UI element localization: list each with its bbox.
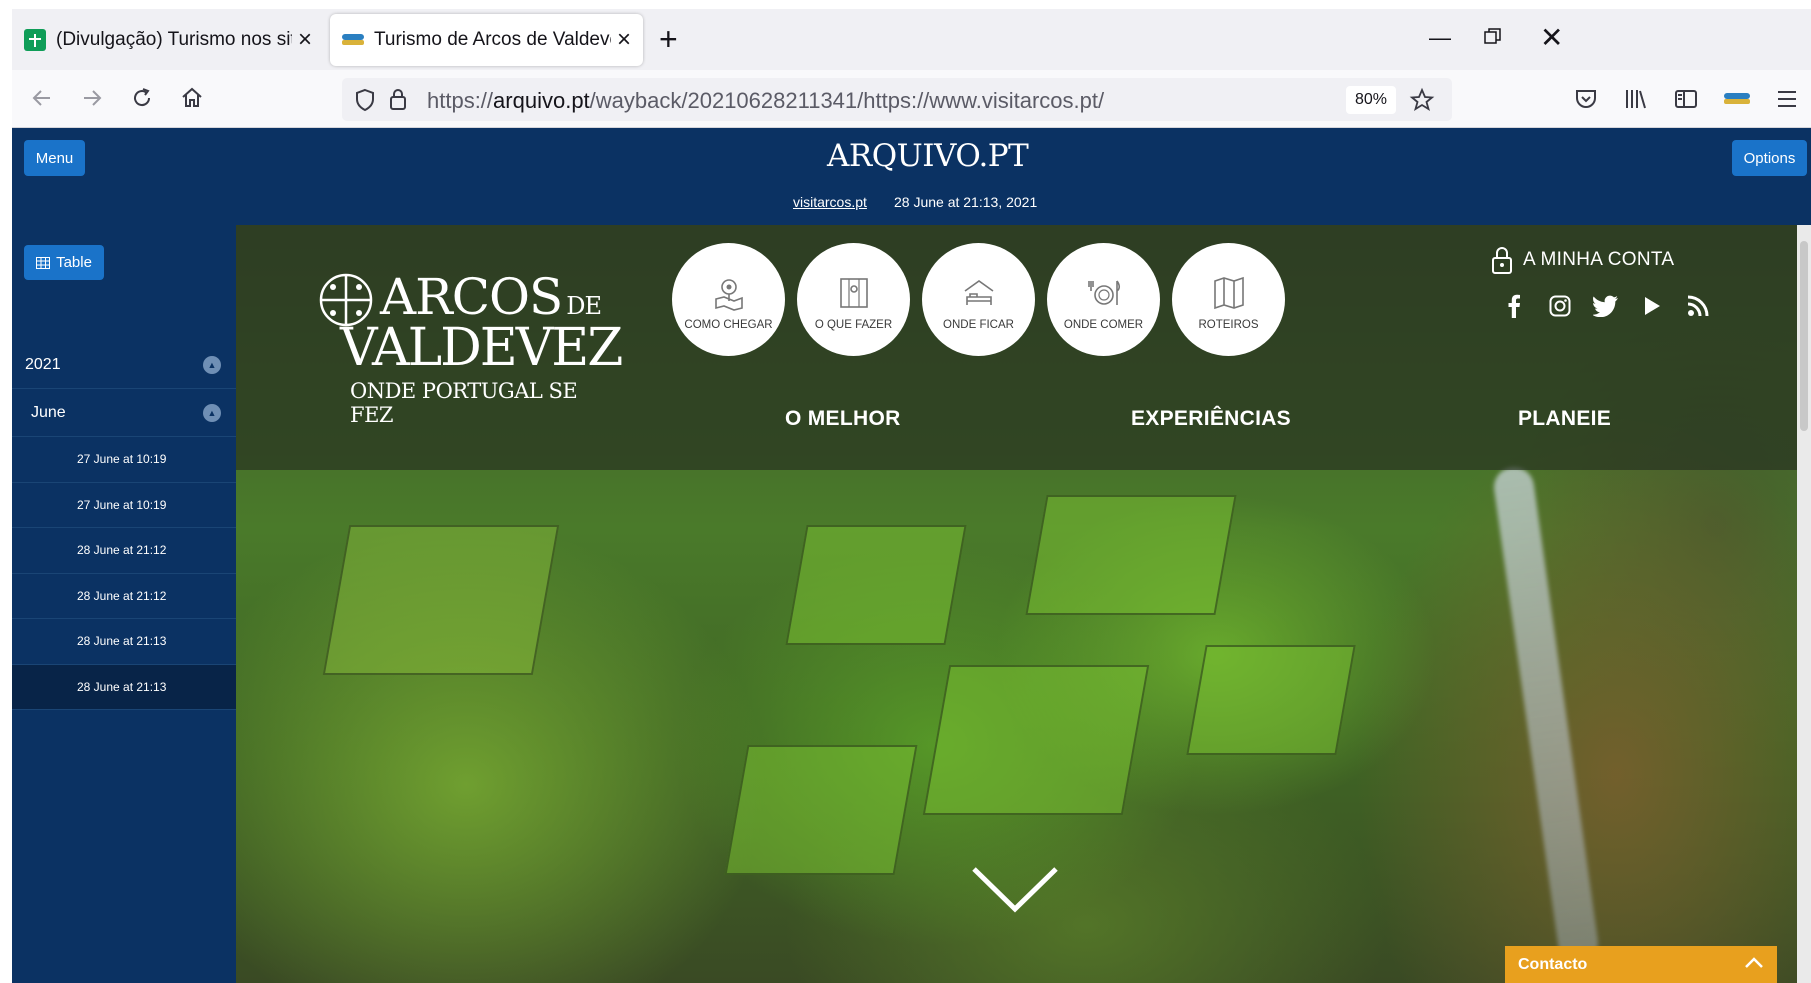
browser-window: { "browser": { "tabs": [ {"title": "(Div… — [0, 0, 1811, 983]
capture-sidebar: Table 2021 ▲ June ▲ 27 June at 10:19 27 … — [12, 225, 236, 983]
year-row[interactable]: 2021 ▲ — [12, 341, 236, 389]
logo-tagline: ONDE PORTUGAL SE FEZ — [350, 379, 578, 427]
map-pin-icon — [714, 278, 743, 311]
month-row[interactable]: June ▲ — [12, 389, 236, 437]
hero-image-field — [322, 525, 560, 675]
navigation-toolbar: https://arquivo.pt/wayback/2021062821134… — [12, 70, 1811, 128]
capture-item[interactable]: 27 June at 10:19 — [12, 437, 236, 483]
account-label: A MINHA CONTA — [1523, 249, 1675, 270]
arquivo-header: Menu ARQUIVO.PT Options visitarcos.pt 28… — [12, 128, 1811, 225]
hero-image-field — [922, 665, 1150, 815]
logo-line2: VALDEVEZ — [340, 318, 623, 378]
lock-icon[interactable] — [388, 87, 408, 111]
site-logo[interactable]: ARCOS DE VALDEVEZ ONDE PORTUGAL SE FEZ — [318, 268, 623, 427]
map-icon — [839, 277, 868, 308]
como-chegar-button[interactable]: COMO CHEGAR — [672, 243, 785, 356]
capture-item-active[interactable]: 28 June at 21:13 — [12, 664, 236, 710]
scrollbar-thumb[interactable] — [1800, 241, 1808, 431]
tab-turismo-arcos[interactable]: Turismo de Arcos de Valdevez - × — [330, 14, 643, 66]
shield-icon[interactable] — [354, 88, 376, 112]
arcos-icon — [342, 34, 364, 45]
nav-o-melhor[interactable]: O MELHOR — [785, 407, 901, 431]
nav-experiencias[interactable]: EXPERIÊNCIAS — [1131, 407, 1291, 431]
capture-item[interactable]: 27 June at 10:19 — [12, 483, 236, 528]
youtube-icon[interactable] — [1639, 293, 1665, 319]
capture-item[interactable]: 28 June at 21:12 — [12, 574, 236, 619]
social-links — [1501, 293, 1711, 319]
instagram-icon[interactable] — [1547, 293, 1573, 319]
bed-icon — [964, 279, 993, 305]
extension-icon[interactable] — [1724, 90, 1750, 108]
hero-image-field — [1025, 495, 1237, 615]
bookmark-star-icon[interactable] — [1409, 87, 1435, 113]
reload-icon[interactable] — [126, 82, 158, 114]
collapse-icon[interactable]: ▲ — [203, 403, 221, 422]
zoom-indicator[interactable]: 80% — [1346, 86, 1396, 114]
sidebar-icon[interactable] — [1674, 88, 1698, 110]
contact-label: Contacto — [1518, 955, 1588, 973]
month-label: June — [31, 403, 66, 421]
onde-comer-button[interactable]: ONDE COMER — [1047, 243, 1160, 356]
hamburger-menu-icon[interactable] — [1776, 88, 1798, 110]
table-label: Table — [56, 254, 92, 271]
site-scrollbar[interactable] — [1797, 225, 1811, 983]
tab-divulgacao[interactable]: (Divulgação) Turismo nos sites c × — [12, 14, 324, 66]
o-que-fazer-button[interactable]: O QUE FAZER — [797, 243, 910, 356]
rss-icon[interactable] — [1685, 293, 1711, 319]
arquivo-logo[interactable]: ARQUIVO.PT — [827, 138, 1029, 174]
capture-item[interactable]: 28 June at 21:12 — [12, 528, 236, 574]
tab-title: Turismo de Arcos de Valdevez - — [374, 29, 611, 50]
restore-icon[interactable] — [1484, 28, 1502, 46]
url-text[interactable]: https://arquivo.pt/wayback/2021062821134… — [427, 88, 1104, 114]
facebook-icon[interactable] — [1501, 293, 1527, 319]
hero-image-field — [1186, 645, 1356, 755]
capture-item[interactable]: 28 June at 21:13 — [12, 619, 236, 665]
new-tab-button[interactable]: + — [659, 23, 678, 55]
back-icon[interactable] — [26, 82, 58, 114]
plate-icon — [1087, 280, 1120, 305]
collapse-icon[interactable]: ▲ — [203, 355, 221, 374]
folded-map-icon — [1213, 276, 1244, 309]
tab-strip: (Divulgação) Turismo nos sites c × Turis… — [12, 9, 1811, 70]
scroll-down-chevron-icon[interactable] — [970, 865, 1060, 915]
options-button[interactable]: Options — [1732, 140, 1807, 176]
capture-date: 28 June at 21:13, 2021 — [894, 194, 1038, 210]
account-link[interactable]: A MINHA CONTA — [1491, 245, 1674, 275]
archived-site-link[interactable]: visitarcos.pt — [793, 194, 867, 210]
hero-image-field — [724, 745, 918, 875]
pocket-icon[interactable] — [1574, 88, 1598, 110]
hero-image-river — [1491, 464, 1601, 966]
chevron-up-icon[interactable] — [1743, 952, 1765, 974]
tab-title: (Divulgação) Turismo nos sites c — [56, 29, 292, 50]
archived-site-hero: ARCOS DE VALDEVEZ ONDE PORTUGAL SE FEZ CO… — [236, 225, 1811, 983]
twitter-icon[interactable] — [1593, 293, 1619, 319]
close-icon[interactable]: × — [611, 26, 637, 54]
table-icon — [36, 256, 51, 269]
roteiros-button[interactable]: ROTEIROS — [1172, 243, 1285, 356]
contact-widget[interactable]: Contacto — [1505, 946, 1777, 983]
menu-button[interactable]: Menu — [24, 140, 85, 176]
lock-icon — [1492, 247, 1512, 274]
minimize-icon[interactable]: — — [1429, 25, 1451, 51]
year-label: 2021 — [25, 355, 61, 373]
home-icon[interactable] — [176, 82, 208, 114]
close-window-icon[interactable]: ✕ — [1540, 21, 1563, 54]
onde-ficar-button[interactable]: ONDE FICAR — [922, 243, 1035, 356]
sheets-icon — [24, 29, 46, 51]
forward-icon[interactable] — [76, 82, 108, 114]
library-icon[interactable] — [1624, 88, 1648, 110]
address-bar[interactable]: https://arquivo.pt/wayback/2021062821134… — [342, 78, 1452, 121]
nav-planeie[interactable]: PLANEIE — [1518, 407, 1611, 431]
close-icon[interactable]: × — [292, 26, 318, 54]
table-view-button[interactable]: Table — [24, 245, 104, 280]
hero-image-field — [785, 525, 967, 645]
